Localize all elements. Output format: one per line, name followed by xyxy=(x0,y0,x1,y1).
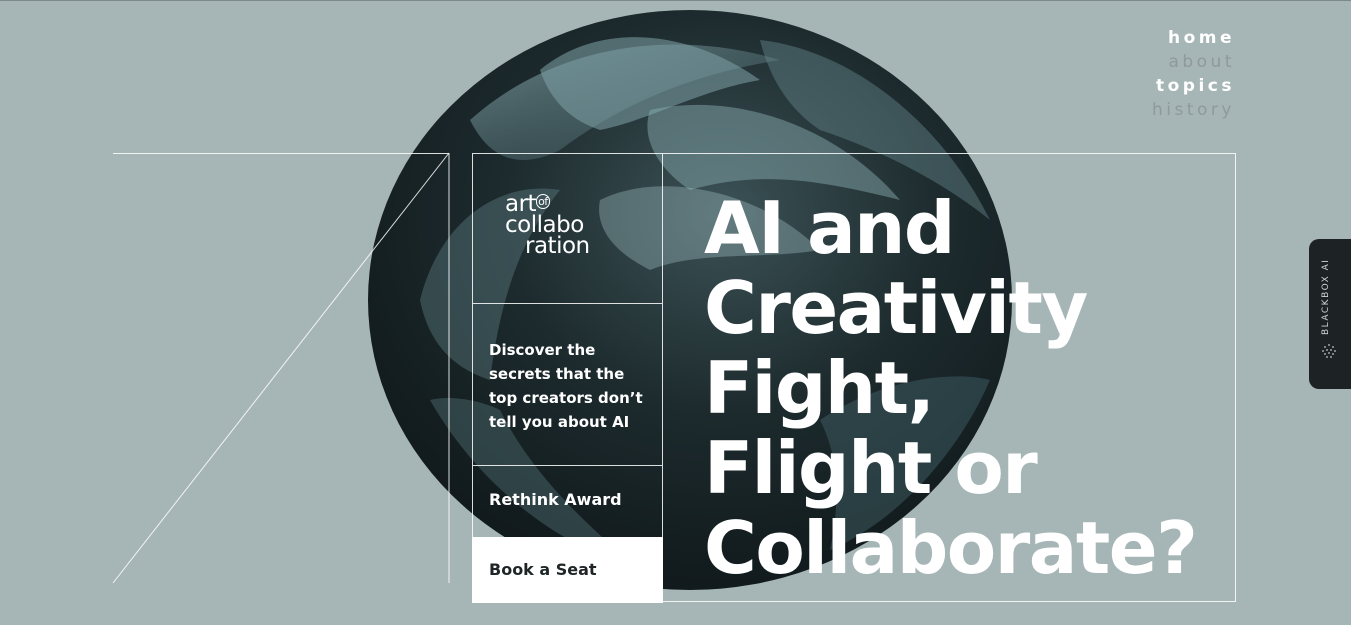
art-of-collaboration-logo[interactable]: art of collabo ration xyxy=(505,193,590,259)
logo-of: of xyxy=(536,194,550,209)
headline-line-2: Creativity xyxy=(704,266,1088,350)
book-a-seat-button[interactable]: Book a Seat xyxy=(472,537,663,603)
intro-column: art of collabo ration Discover the secret… xyxy=(472,153,663,603)
description-box: Discover the secrets that the top creato… xyxy=(472,303,663,465)
logo-line-3: ration xyxy=(525,233,590,259)
rethink-award-link[interactable]: Rethink Award xyxy=(472,465,663,537)
top-border xyxy=(0,0,1351,1)
nav-about[interactable]: about xyxy=(1152,50,1235,74)
main-nav: home about topics history xyxy=(1152,26,1235,122)
headline-line-5: Collaborate? xyxy=(704,506,1198,590)
dots-grid-icon xyxy=(1322,344,1336,358)
nav-home[interactable]: home xyxy=(1152,26,1235,50)
headline-line-1: AI and xyxy=(704,186,955,270)
page-headline: AI and Creativity Fight, Flight or Colla… xyxy=(704,186,1198,590)
rethink-award-label: Rethink Award xyxy=(489,490,622,509)
headline-line-4: Flight or xyxy=(704,426,1038,510)
headline-line-3: Fight, xyxy=(704,346,935,430)
nav-topics[interactable]: topics xyxy=(1152,74,1235,98)
logo-box: art of collabo ration xyxy=(472,153,663,303)
blackbox-ai-tab[interactable]: BLACKBOX AI xyxy=(1309,239,1351,389)
nav-history[interactable]: history xyxy=(1152,98,1235,122)
description-text: Discover the secrets that the top creato… xyxy=(489,341,643,431)
